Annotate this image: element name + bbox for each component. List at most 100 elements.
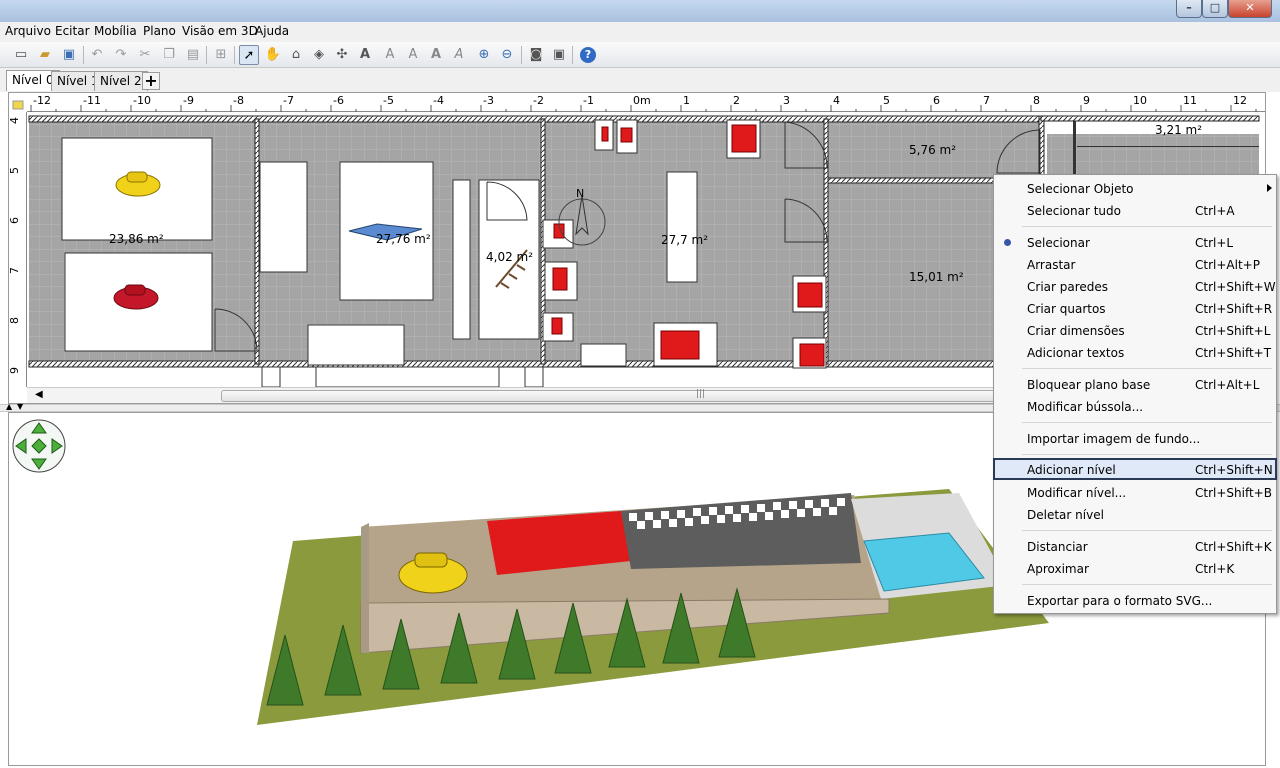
pan-hand-icon[interactable]: ✋ — [263, 45, 283, 65]
menu-item-shortcut: Ctrl+Shift+K — [1195, 540, 1272, 554]
redo-icon[interactable]: ↷ — [111, 45, 131, 65]
menu-item-arrastar[interactable]: Arrastar Ctrl+Alt+P — [994, 254, 1276, 276]
menu-item-importar-imagem-de-fundo[interactable]: Importar imagem de fundo... — [994, 428, 1276, 450]
menu-item-modificar-nivel[interactable]: Modificar nível... Ctrl+Shift+B — [994, 482, 1276, 504]
menu-item-shortcut: Ctrl+Alt+L — [1195, 378, 1260, 392]
minimize-button[interactable]: – — [1176, 0, 1202, 18]
ruler-h-label: 10 — [1133, 94, 1147, 107]
ruler-h-label: -11 — [83, 94, 101, 107]
menu-item-adicionar-textos[interactable]: Adicionar textos Ctrl+Shift+T — [994, 342, 1276, 364]
ruler-h-label: -8 — [233, 94, 244, 107]
text-size-down-icon[interactable]: A — [449, 45, 469, 65]
menu-item-label: Adicionar textos — [1027, 346, 1125, 360]
menu-item-distanciar[interactable]: Distanciar Ctrl+Shift+K — [994, 536, 1276, 558]
menu-item-selecionar[interactable]: Selecionar Ctrl+L — [994, 232, 1276, 254]
open-folder-icon[interactable]: ▰ — [35, 45, 55, 65]
menu-item-label: Distanciar — [1027, 540, 1088, 554]
menu-editar[interactable]: Ecitar — [55, 24, 90, 38]
ruler-h-label: -4 — [433, 94, 444, 107]
ruler-h-label: 0m — [633, 94, 651, 107]
collapse-up-arrow[interactable]: ▲ — [6, 402, 12, 411]
toolbar: ▭ ▰ ▣ ↶ ↷ ✂ ❐ ▤ ⊞ ➚ ✋ ⌂ ◈ ✣ A A A A A ⊕ … — [0, 42, 1280, 68]
menu-item-label: Aproximar — [1027, 562, 1089, 576]
menu-item-label: Deletar nível — [1027, 508, 1104, 522]
horizontal-ruler: -12 -11 -10 -9 -8 -7 -6 -5 -4 -3 -2 -1 0… — [27, 93, 1265, 112]
ruler-v-label: 8 — [8, 317, 21, 324]
menu-item-label: Modificar bússola... — [1027, 400, 1144, 414]
add-level-tab-button[interactable]: + — [142, 72, 160, 90]
text-size-up-icon[interactable]: A — [426, 45, 446, 65]
menu-item-label: Importar imagem de fundo... — [1027, 432, 1201, 446]
room-area-label: 27,7 m² — [661, 233, 709, 247]
vertical-ruler: 4 5 6 7 8 9 — [9, 112, 27, 387]
tab-nivel-2[interactable]: Nível 2 — [94, 71, 148, 91]
menu-item-selecionar-objeto[interactable]: Selecionar Objeto — [994, 178, 1276, 200]
zoom-in-icon[interactable]: ⊕ — [474, 45, 494, 65]
undo-icon[interactable]: ↶ — [87, 45, 107, 65]
menu-arquivo[interactable]: Arquivo — [5, 24, 51, 38]
menu-visao-3d[interactable]: Visão em 3D — [182, 24, 258, 38]
ruler-h-label: -6 — [333, 94, 344, 107]
menu-item-label: Selecionar tudo — [1027, 204, 1121, 218]
menu-item-shortcut: Ctrl+Shift+N — [1195, 463, 1273, 477]
create-video-icon[interactable]: ▣ — [549, 45, 569, 65]
ruler-h-label: 6 — [933, 94, 940, 107]
menu-item-label: Criar quartos — [1027, 302, 1106, 316]
menu-item-criar-dimensoes[interactable]: Criar dimensões Ctrl+Shift+L — [994, 320, 1276, 342]
add-text-icon[interactable]: A — [355, 45, 375, 65]
menu-item-label: Criar paredes — [1027, 280, 1109, 294]
toolbar-separator — [234, 46, 235, 64]
cut-icon[interactable]: ✂ — [135, 45, 155, 65]
menu-item-bloquear-plano-base[interactable]: Bloquear plano base Ctrl+Alt+L — [994, 374, 1276, 396]
menu-item-shortcut: Ctrl+Alt+P — [1195, 258, 1260, 272]
menu-item-modificar-bussola[interactable]: Modificar bússola... — [994, 396, 1276, 418]
ruler-v-label: 9 — [8, 367, 21, 374]
menu-item-shortcut: Ctrl+Shift+W — [1195, 280, 1276, 294]
create-rooms-icon[interactable]: ◈ — [309, 45, 329, 65]
create-walls-icon[interactable]: ⌂ — [286, 45, 306, 65]
ruler-h-label: -1 — [583, 94, 594, 107]
menu-item-criar-paredes[interactable]: Criar paredes Ctrl+Shift+W — [994, 276, 1276, 298]
copy-icon[interactable]: ❐ — [159, 45, 179, 65]
radio-selected-icon — [1004, 239, 1011, 246]
menu-separator — [1022, 454, 1272, 455]
toolbar-separator — [572, 46, 573, 64]
menu-mobilia[interactable]: Mobília — [94, 24, 137, 38]
ruler-h-label: 9 — [1083, 94, 1090, 107]
menu-separator — [1022, 226, 1272, 227]
menu-item-criar-quartos[interactable]: Criar quartos Ctrl+Shift+R — [994, 298, 1276, 320]
menu-item-shortcut: Ctrl+Shift+B — [1195, 486, 1272, 500]
close-button[interactable]: ✕ — [1228, 0, 1272, 18]
create-dimensions-icon[interactable]: ✣ — [332, 45, 352, 65]
menu-item-shortcut: Ctrl+L — [1195, 236, 1234, 250]
text-style-bold-icon[interactable]: A — [380, 45, 400, 65]
ruler-h-label: 5 — [883, 94, 890, 107]
scroll-left-arrow[interactable]: ◀ — [35, 389, 43, 400]
help-icon[interactable]: ? — [578, 45, 598, 65]
navigation-arrows-icon[interactable] — [12, 419, 66, 473]
menu-ajuda[interactable]: Ajuda — [255, 24, 289, 38]
zoom-out-icon[interactable]: ⊖ — [497, 45, 517, 65]
menu-item-label: Modificar nível... — [1027, 486, 1127, 500]
menu-item-aproximar[interactable]: Aproximar Ctrl+K — [994, 558, 1276, 580]
ruler-h-label: 8 — [1033, 94, 1040, 107]
collapse-down-arrow[interactable]: ▼ — [17, 402, 23, 411]
menu-item-exportar-svg[interactable]: Exportar para o formato SVG... — [994, 590, 1276, 612]
new-file-icon[interactable]: ▭ — [11, 45, 31, 65]
toolbar-separator — [83, 46, 84, 64]
menu-item-adicionar-nivel[interactable]: Adicionar nível Ctrl+Shift+N — [993, 458, 1277, 480]
ruler-h-label: -3 — [483, 94, 494, 107]
menu-item-deletar-nivel[interactable]: Deletar nível — [994, 504, 1276, 526]
create-photo-icon[interactable]: ◙ — [526, 45, 546, 65]
menu-plano[interactable]: Plano — [143, 24, 176, 38]
text-style-italic-icon[interactable]: A — [403, 45, 423, 65]
menu-item-selecionar-tudo[interactable]: Selecionar tudo Ctrl+A — [994, 200, 1276, 222]
maximize-button[interactable]: □ — [1202, 0, 1228, 18]
paste-icon[interactable]: ▤ — [183, 45, 203, 65]
ruler-v-label: 5 — [8, 167, 21, 174]
ruler-corner — [9, 93, 27, 112]
add-furniture-icon[interactable]: ⊞ — [211, 45, 231, 65]
select-arrow-icon[interactable]: ➚ — [239, 45, 259, 65]
menu-item-shortcut: Ctrl+K — [1195, 562, 1235, 576]
save-icon[interactable]: ▣ — [59, 45, 79, 65]
